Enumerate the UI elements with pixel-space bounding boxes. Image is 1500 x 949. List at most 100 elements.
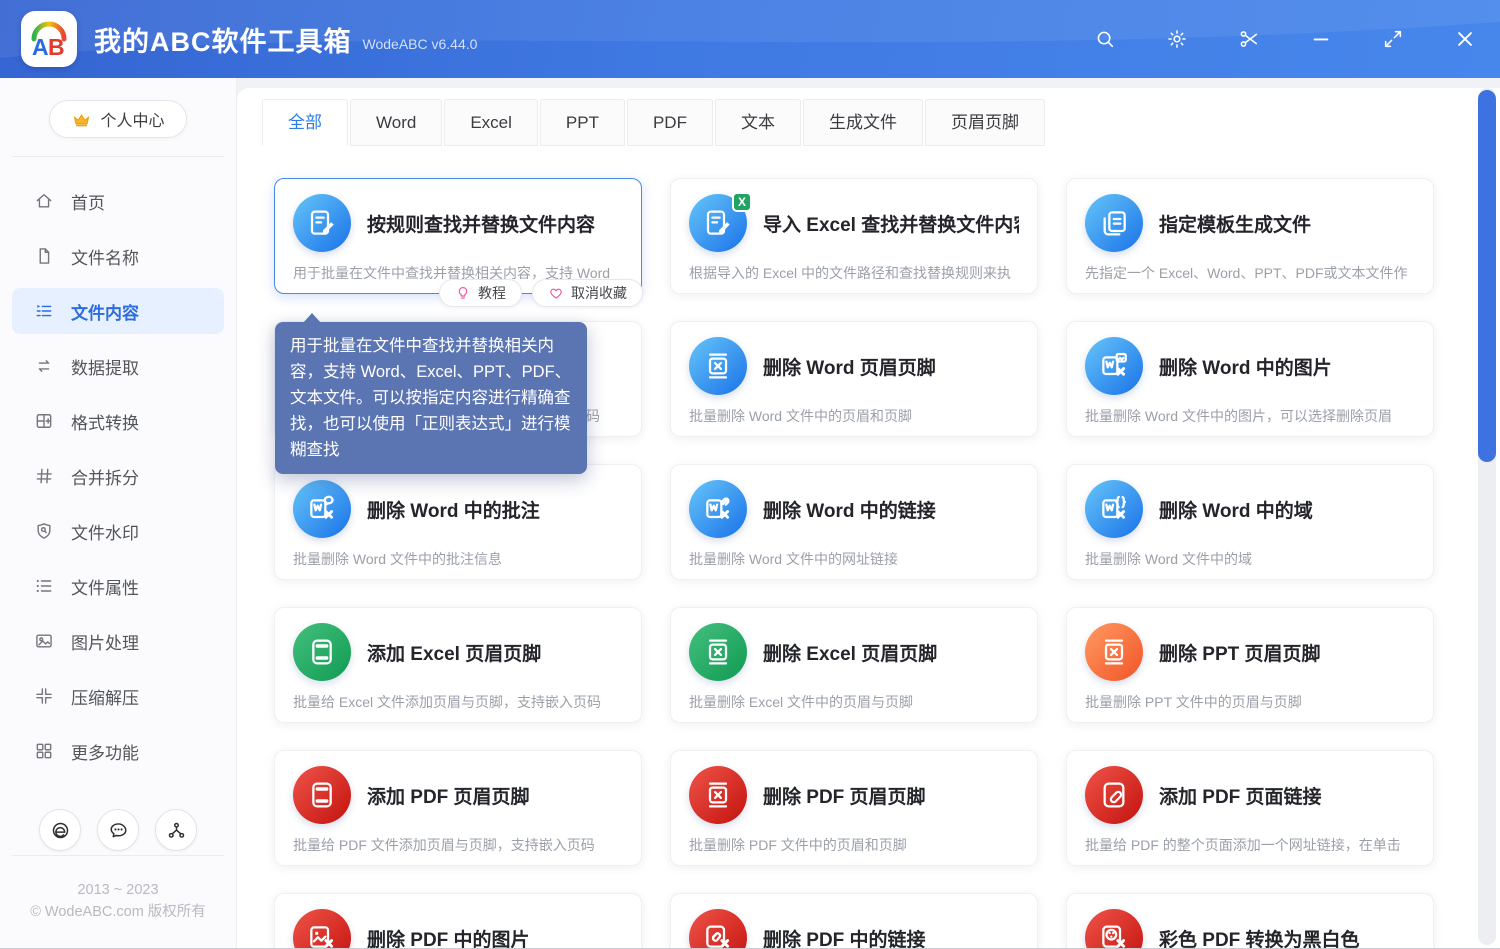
personal-center-button[interactable]: 个人中心: [49, 100, 187, 138]
tool-card[interactable]: 彩色 PDF 转换为黑白色: [1066, 893, 1434, 949]
card-title: 删除 Word 中的批注: [367, 496, 540, 523]
tool-card[interactable]: X导入 Excel 查找并替换文件内容根据导入的 Excel 中的文件路径和查找…: [670, 178, 1038, 294]
card-description: 批量删除 Word 文件中的网址链接: [689, 549, 1019, 569]
pdflink-icon: [1098, 779, 1130, 811]
sidebar-item-home[interactable]: 首页: [12, 178, 224, 224]
tool-card[interactable]: 添加 PDF 页眉页脚批量给 PDF 文件添加页眉与页脚，支持嵌入页码: [274, 750, 642, 866]
card-head: X导入 Excel 查找并替换文件内容: [689, 194, 1019, 252]
tab-5[interactable]: 文本: [715, 99, 801, 146]
tool-card[interactable]: 删除 Word 页眉页脚批量删除 Word 文件中的页眉和页脚: [670, 321, 1038, 437]
tutorial-button[interactable]: 教程: [439, 279, 522, 307]
sidebar-item-props[interactable]: 文件属性: [12, 563, 224, 609]
card-title: 删除 Word 页眉页脚: [763, 353, 936, 380]
tool-card[interactable]: 删除 Excel 页眉页脚批量删除 Excel 文件中的页眉与页脚: [670, 607, 1038, 723]
crown-icon: [71, 109, 92, 130]
sidebar-item-content[interactable]: 文件内容: [12, 288, 224, 334]
tool-card[interactable]: 删除 Word 中的图片批量删除 Word 文件中的图片，可以选择删除页眉: [1066, 321, 1434, 437]
screenshot-button[interactable]: [1236, 26, 1262, 52]
convert-icon: [34, 411, 54, 431]
card-description: 批量删除 Word 文件中的域: [1085, 549, 1415, 569]
card-title: 删除 PDF 中的链接: [763, 925, 926, 949]
linkx-icon: [702, 922, 734, 949]
sidebar-item-watermark[interactable]: 文件水印: [12, 508, 224, 554]
card-title: 删除 PDF 页眉页脚: [763, 782, 926, 809]
settings-button[interactable]: [1164, 26, 1190, 52]
tool-card[interactable]: 删除 Word 中的域批量删除 Word 文件中的域: [1066, 464, 1434, 580]
tool-card[interactable]: 删除 PPT 页眉页脚批量删除 PPT 文件中的页眉与页脚: [1066, 607, 1434, 723]
gear-icon: [1166, 28, 1188, 50]
scrollbar-thumb[interactable]: [1478, 90, 1496, 462]
tooltip: 用于批量在文件中查找并替换相关内容，支持 Word、Excel、PPT、PDF、…: [275, 322, 587, 474]
tool-card[interactable]: 删除 PDF 中的链接: [670, 893, 1038, 949]
sidebar-item-label: 数据提取: [71, 354, 139, 379]
close-button[interactable]: [1452, 26, 1478, 52]
sidebar-item-extract[interactable]: 数据提取: [12, 343, 224, 389]
copyright-owner: © WodeABC.com 版权所有: [0, 901, 236, 923]
tool-card[interactable]: 删除 Word 中的批注批量删除 Word 文件中的批注信息: [274, 464, 642, 580]
main-panel: 全部Word Excel PPTPDF文本生成文件页眉页脚 按规则查找并替换文件内容…: [237, 88, 1500, 949]
tool-card[interactable]: 删除 PDF 页眉页脚批量删除 PDF 文件中的页眉和页脚: [670, 750, 1038, 866]
sidebar-item-convert[interactable]: 格式转换: [12, 398, 224, 444]
search-button[interactable]: [1092, 26, 1118, 52]
tab-1[interactable]: Word: [350, 99, 442, 146]
docs-icon: [1098, 207, 1130, 239]
card-icon: [1085, 337, 1143, 395]
card-description: 批量给 PDF 的整个页面添加一个网址链接，在单击: [1085, 835, 1415, 855]
tab-2[interactable]: Excel: [444, 99, 538, 146]
minimize-button[interactable]: [1308, 26, 1334, 52]
sidebar-item-label: 格式转换: [71, 409, 139, 434]
card-title: 删除 Word 中的域: [1159, 496, 1313, 523]
card-head: 彩色 PDF 转换为黑白色: [1085, 909, 1415, 949]
titlebar-actions: [1092, 0, 1478, 78]
feedback-button[interactable]: [97, 809, 139, 851]
tab-label: Excel: [470, 113, 512, 132]
card-title: 彩色 PDF 转换为黑白色: [1159, 925, 1360, 949]
tool-card[interactable]: 按规则查找并替换文件内容用于批量在文件中查找并替换相关内容，支持 Word教程取…: [274, 178, 642, 294]
tab-3[interactable]: PPT: [540, 99, 625, 146]
tab-4[interactable]: PDF: [627, 99, 713, 146]
card-head: 指定模板生成文件: [1085, 194, 1415, 252]
tab-6[interactable]: 生成文件: [803, 99, 923, 146]
card-title: 按规则查找并替换文件内容: [367, 210, 595, 237]
card-description: 先指定一个 Excel、Word、PPT、PDF或文本文件作: [1085, 263, 1415, 283]
share-button[interactable]: [155, 809, 197, 851]
scrollbar[interactable]: [1478, 88, 1496, 945]
card-description: 批量删除 PDF 文件中的页眉和页脚: [689, 835, 1019, 855]
card-head: 添加 Excel 页眉页脚: [293, 623, 623, 681]
card-actions: 教程取消收藏: [439, 279, 643, 307]
tool-card-grid: 按规则查找并替换文件内容用于批量在文件中查找并替换相关内容，支持 Word教程取…: [274, 178, 1434, 949]
tool-card[interactable]: 添加 PDF 页面链接批量给 PDF 的整个页面添加一个网址链接，在单击: [1066, 750, 1434, 866]
card-description: 根据导入的 Excel 中的文件路径和查找替换规则来执: [689, 263, 1019, 283]
hfx-icon: [1098, 636, 1130, 668]
card-description: 批量删除 Word 文件中的批注信息: [293, 549, 623, 569]
sidebar-item-label: 文件水印: [71, 519, 139, 544]
content-icon: [34, 301, 54, 321]
card-icon: [689, 766, 747, 824]
sidebar-item-label: 压缩解压: [71, 684, 139, 709]
wchatx-icon: [306, 493, 338, 525]
tool-card[interactable]: 删除 PDF 中的图片: [274, 893, 642, 949]
tab-7[interactable]: 页眉页脚: [925, 99, 1045, 146]
tab-0[interactable]: 全部: [262, 99, 348, 146]
sidebar-social: [0, 809, 236, 851]
sidebar-item-file[interactable]: 文件名称: [12, 233, 224, 279]
browser-button[interactable]: [39, 809, 81, 851]
docpen-icon: [702, 207, 734, 239]
sidebar-item-more[interactable]: 更多功能: [12, 728, 224, 774]
sidebar-item-compress[interactable]: 压缩解压: [12, 673, 224, 719]
tool-card[interactable]: 添加 Excel 页眉页脚批量给 Excel 文件添加页眉与页脚，支持嵌入页码: [274, 607, 642, 723]
tool-card[interactable]: 指定模板生成文件先指定一个 Excel、Word、PPT、PDF或文本文件作: [1066, 178, 1434, 294]
palettex-icon: [1098, 922, 1130, 949]
close-icon: [1454, 28, 1476, 50]
card-icon: [689, 337, 747, 395]
card-head: 删除 Word 页眉页脚: [689, 337, 1019, 395]
app-title: 我的ABC软件工具箱: [94, 20, 352, 59]
tool-card[interactable]: 删除 Word 中的链接批量删除 Word 文件中的网址链接: [670, 464, 1038, 580]
wfieldx-icon: [1098, 493, 1130, 525]
card-description: 批量给 PDF 文件添加页眉与页脚，支持嵌入页码: [293, 835, 623, 855]
sidebar-item-merge[interactable]: 合并拆分: [12, 453, 224, 499]
card-title: 删除 Word 中的图片: [1159, 353, 1332, 380]
unfavorite-button[interactable]: 取消收藏: [532, 279, 643, 307]
sidebar-item-image[interactable]: 图片处理: [12, 618, 224, 664]
maximize-button[interactable]: [1380, 26, 1406, 52]
